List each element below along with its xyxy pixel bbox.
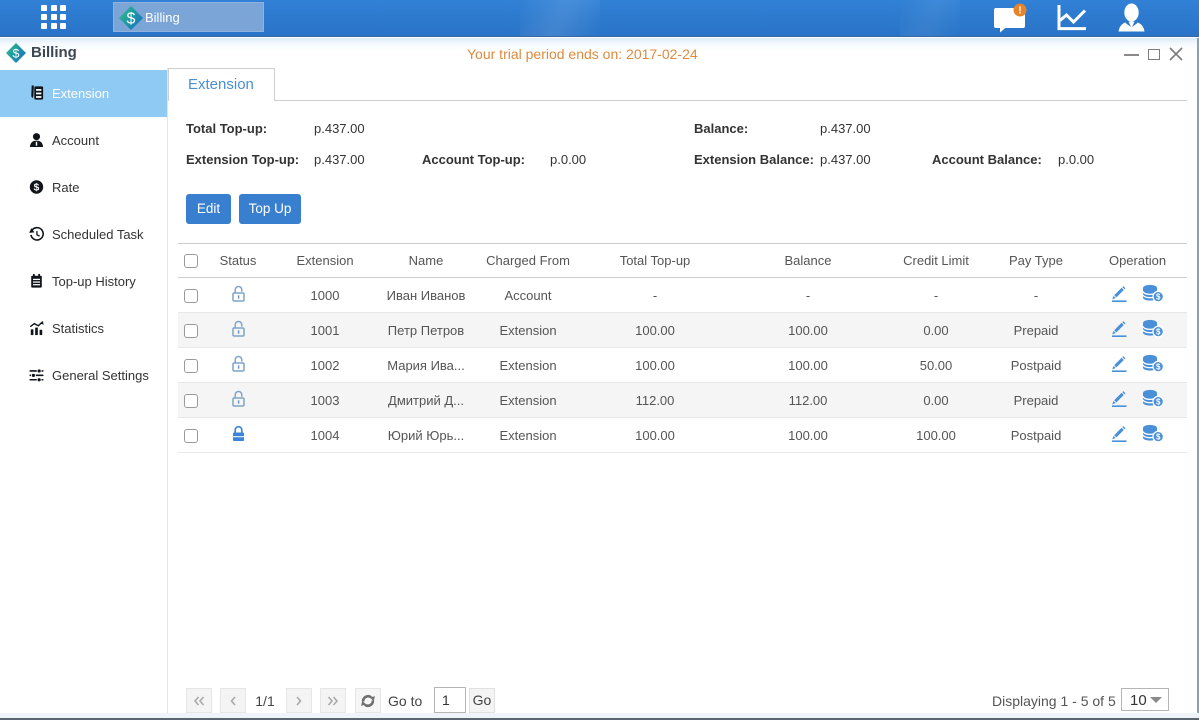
svg-text:$: $ (1156, 398, 1161, 407)
svg-text:$: $ (1156, 328, 1161, 337)
svg-text:$: $ (1156, 433, 1161, 442)
svg-text:!: ! (1018, 6, 1021, 17)
svg-text:$: $ (127, 11, 136, 28)
svg-text:$: $ (34, 183, 40, 194)
svg-text:$: $ (1156, 293, 1161, 302)
svg-text:$: $ (1156, 363, 1161, 372)
svg-text:$: $ (13, 46, 20, 60)
